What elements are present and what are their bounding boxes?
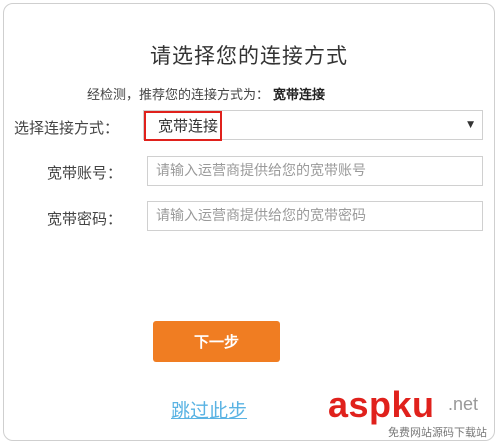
account-input[interactable] <box>147 156 483 186</box>
skip-step-link[interactable]: 跳过此步 <box>171 396 247 423</box>
recommended-connection: 宽带连接 <box>273 88 326 103</box>
account-label: 宽带账号： <box>47 164 123 182</box>
watermark-domain-suffix: .net <box>448 394 479 414</box>
connection-type-select[interactable]: 宽带连接 ▼ <box>143 110 483 141</box>
password-label: 宽带密码： <box>47 210 123 228</box>
watermark-logo-text: aspku <box>328 384 435 425</box>
connection-type-label: 选择连接方式： <box>14 119 120 137</box>
password-input[interactable] <box>147 201 483 231</box>
recommendation-hint: 经检测，推荐您的连接方式为： 宽带连接 <box>87 84 325 103</box>
recommendation-prefix: 经检测，推荐您的连接方式为： <box>87 88 270 103</box>
watermark-tagline: 免费网站源码下载站 <box>388 424 487 440</box>
dialog-title: 请选择您的连接方式 <box>150 44 348 68</box>
next-step-button[interactable]: 下一步 <box>153 321 280 362</box>
dropdown-arrow-icon: ▼ <box>467 120 474 130</box>
connection-type-selected: 宽带连接 <box>144 111 222 141</box>
watermark-logo: aspku .net 免费网站源码下载站 <box>328 384 490 440</box>
